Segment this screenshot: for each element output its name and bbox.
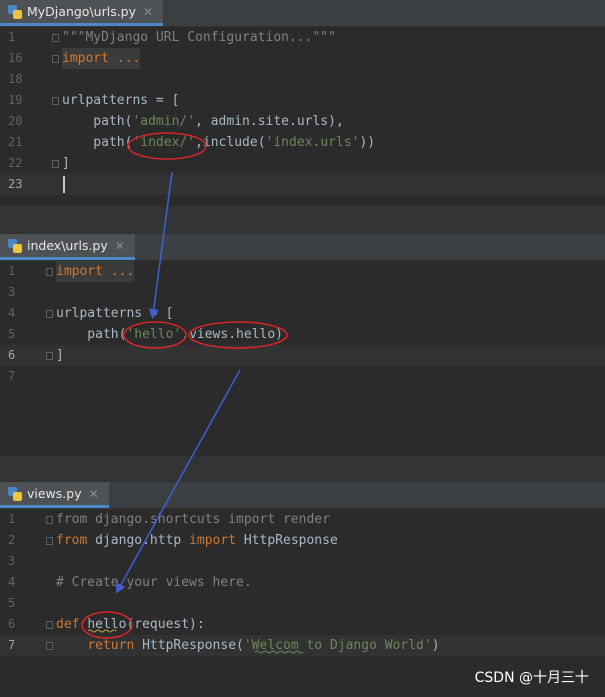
annotation-circle-views-hello xyxy=(188,321,288,349)
typo-squiggle xyxy=(254,650,304,654)
annotation-circle-index xyxy=(127,132,207,160)
annotation-overlay xyxy=(81,132,304,654)
watermark: CSDN @十月三十 xyxy=(474,670,589,686)
annotation-circle-hello-route xyxy=(123,321,187,349)
annotation-arrow-1 xyxy=(148,171,173,319)
annotation-arrow-2 xyxy=(116,369,241,594)
annotation-circle-def-hello xyxy=(81,611,133,639)
typo-squiggle xyxy=(87,629,117,633)
